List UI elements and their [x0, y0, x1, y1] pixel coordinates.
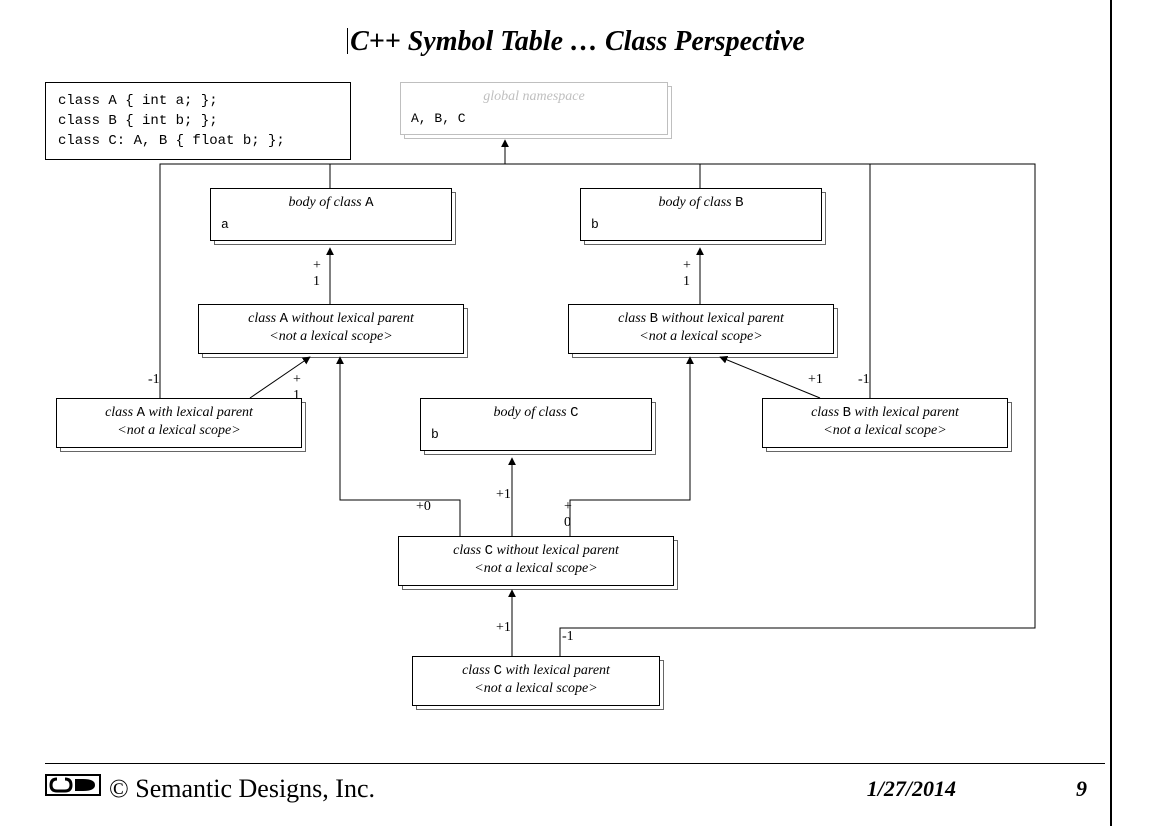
label: class B without lexical parent — [569, 305, 833, 329]
note: <not a lexical scope> — [57, 423, 301, 447]
footer-page: 9 — [1076, 776, 1087, 802]
edge-label: 0 — [564, 516, 571, 530]
node-body-class-a: body of class A a — [210, 188, 452, 241]
company-logo — [45, 771, 101, 806]
content: a — [211, 213, 451, 240]
edge-label: -1 — [148, 373, 160, 387]
footer-date: 1/27/2014 — [867, 776, 956, 802]
label: body of class B — [581, 189, 821, 213]
label: global namespace — [401, 83, 667, 107]
node-b-without-lexical-parent: class B without lexical parent <not a le… — [568, 304, 834, 354]
edge-label: -1 — [858, 373, 870, 387]
slide-title: C++ Symbol Table … Class Perspective — [0, 26, 1152, 58]
code-listing: class A { int a; }; class B { int b; }; … — [45, 82, 351, 160]
footer-rule — [45, 763, 1105, 764]
content: A, B, C — [401, 107, 667, 134]
edge-label: + — [293, 373, 301, 387]
edge-label: 1 — [313, 275, 320, 289]
edge-label: + — [683, 259, 691, 273]
label: class A with lexical parent — [57, 399, 301, 423]
edge-label: +0 — [416, 500, 431, 514]
node-c-without-lexical-parent: class C without lexical parent <not a le… — [398, 536, 674, 586]
label: class B with lexical parent — [763, 399, 1007, 423]
label: body of class A — [211, 189, 451, 213]
footer-company: © Semantic Designs, Inc. — [109, 774, 375, 804]
note: <not a lexical scope> — [763, 423, 1007, 447]
node-body-class-c: body of class C b — [420, 398, 652, 451]
edge-label: 1 — [293, 389, 300, 403]
node-c-with-lexical-parent: class C with lexical parent <not a lexic… — [412, 656, 660, 706]
node-a-with-lexical-parent: class A with lexical parent <not a lexic… — [56, 398, 302, 448]
edge-label: 1 — [683, 275, 690, 289]
page-right-border — [1110, 0, 1112, 826]
node-a-without-lexical-parent: class A without lexical parent <not a le… — [198, 304, 464, 354]
edge-label: + — [313, 259, 321, 273]
content: b — [421, 423, 651, 450]
node-b-with-lexical-parent: class B with lexical parent <not a lexic… — [762, 398, 1008, 448]
note: <not a lexical scope> — [569, 329, 833, 353]
slide: C++ Symbol Table … Class Perspective cla… — [0, 0, 1152, 826]
label: class C without lexical parent — [399, 537, 673, 561]
note: <not a lexical scope> — [199, 329, 463, 353]
note: <not a lexical scope> — [399, 561, 673, 585]
edge-label: +1 — [808, 373, 823, 387]
note: <not a lexical scope> — [413, 681, 659, 705]
label: class C with lexical parent — [413, 657, 659, 681]
content: b — [581, 213, 821, 240]
edge-label: + — [564, 500, 572, 514]
footer: © Semantic Designs, Inc. 1/27/2014 9 — [45, 771, 1107, 806]
edge-label: +1 — [496, 488, 511, 502]
text-cursor — [347, 28, 348, 54]
label: class A without lexical parent — [199, 305, 463, 329]
label: body of class C — [421, 399, 651, 423]
title-text: C++ Symbol Table … Class Perspective — [350, 26, 805, 57]
node-body-class-b: body of class B b — [580, 188, 822, 241]
node-global-namespace: global namespace A, B, C — [400, 82, 668, 135]
edge-label: -1 — [562, 630, 574, 644]
edge-label: +1 — [496, 621, 511, 635]
